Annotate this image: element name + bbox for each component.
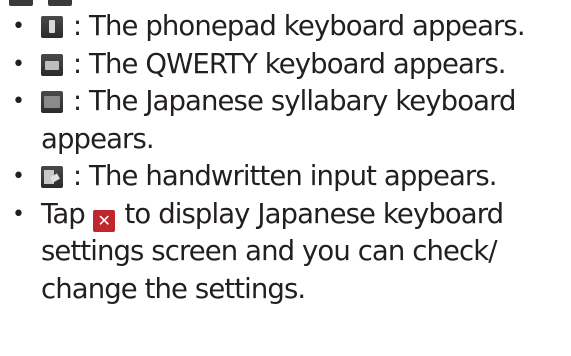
japanese-syllabary-keyboard-icon bbox=[41, 91, 63, 113]
japanese-syllabary-description-line1: : The Japanese syllabary keyboard bbox=[72, 85, 517, 117]
keyboard-icon bbox=[9, 0, 33, 6]
bullet-dot: • bbox=[12, 51, 25, 77]
handwritten-description: : The handwritten input appears. bbox=[72, 160, 498, 192]
cropped-top-icons bbox=[9, 0, 549, 6]
japanese-syllabary-description-line2: appears. bbox=[41, 122, 155, 155]
settings-description-line3: change the settings. bbox=[41, 272, 306, 305]
keyboard-options-list: • : The phonepad keyboard appears. • : T… bbox=[0, 8, 571, 308]
qwerty-keyboard-icon bbox=[41, 53, 63, 76]
bullet-dot: • bbox=[12, 14, 25, 39]
bullet-dot: • bbox=[12, 201, 25, 227]
list-item-japanese-syllabary: • : The Japanese syllabary keyboard appe… bbox=[0, 83, 571, 158]
settings-description-line1: to display Japanese keyboard bbox=[124, 197, 505, 230]
qwerty-description: : The QWERTY keyboard appears. bbox=[72, 47, 507, 80]
list-item-settings: • Tap ✕ to display Japanese keyboard set… bbox=[0, 196, 571, 309]
list-item-handwritten: • : The handwritten input appears. bbox=[0, 158, 571, 196]
settings-tools-icon: ✕ bbox=[92, 209, 115, 232]
phonepad-description: : The phonepad keyboard appears. bbox=[72, 10, 526, 42]
bullet-dot: • bbox=[12, 164, 25, 189]
bullet-dot: • bbox=[12, 89, 25, 114]
list-item-qwerty: • : The QWERTY keyboard appears. bbox=[0, 46, 571, 84]
settings-tap-prefix: Tap bbox=[41, 197, 86, 230]
keyboard-icon bbox=[48, 0, 72, 6]
handwritten-input-icon bbox=[41, 166, 63, 188]
list-item-phonepad: • : The phonepad keyboard appears. bbox=[0, 8, 571, 46]
phonepad-keyboard-icon bbox=[41, 16, 63, 38]
settings-description-line2: settings screen and you can check/ bbox=[41, 235, 498, 267]
